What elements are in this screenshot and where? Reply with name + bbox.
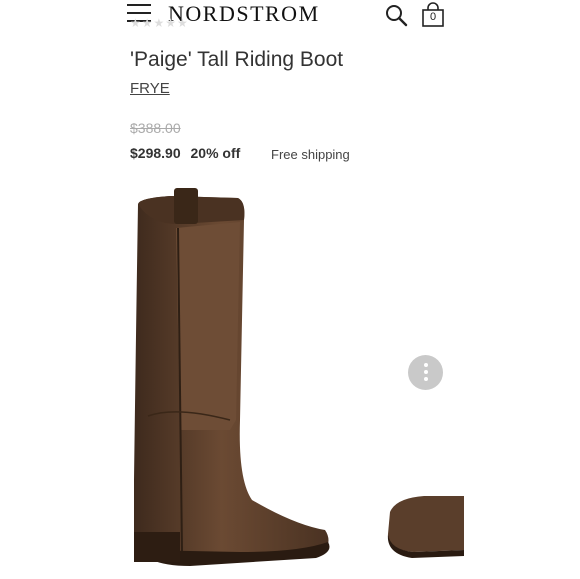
brand-logo[interactable]: NORDSTROM [168, 1, 320, 27]
site-header: NORDSTROM 0 [0, 0, 580, 28]
shipping-info: Free shipping [271, 147, 350, 162]
discount-badge: 20% off [190, 145, 241, 161]
product-title: 'Paige' Tall Riding Boot [130, 48, 344, 71]
sale-price-row: $298.90 20% off [130, 145, 240, 161]
more-options-button[interactable] [408, 355, 443, 390]
original-price: $388.00 [130, 120, 181, 136]
sale-price: $298.90 [130, 145, 181, 161]
rating-stars: ★★★★★ [130, 16, 189, 30]
product-image[interactable] [120, 180, 350, 572]
next-product-image[interactable] [384, 490, 464, 560]
search-icon[interactable] [384, 3, 408, 27]
shopping-bag-icon[interactable]: 0 [420, 2, 446, 28]
bag-count: 0 [429, 11, 437, 23]
brand-link[interactable]: FRYE [130, 80, 170, 97]
